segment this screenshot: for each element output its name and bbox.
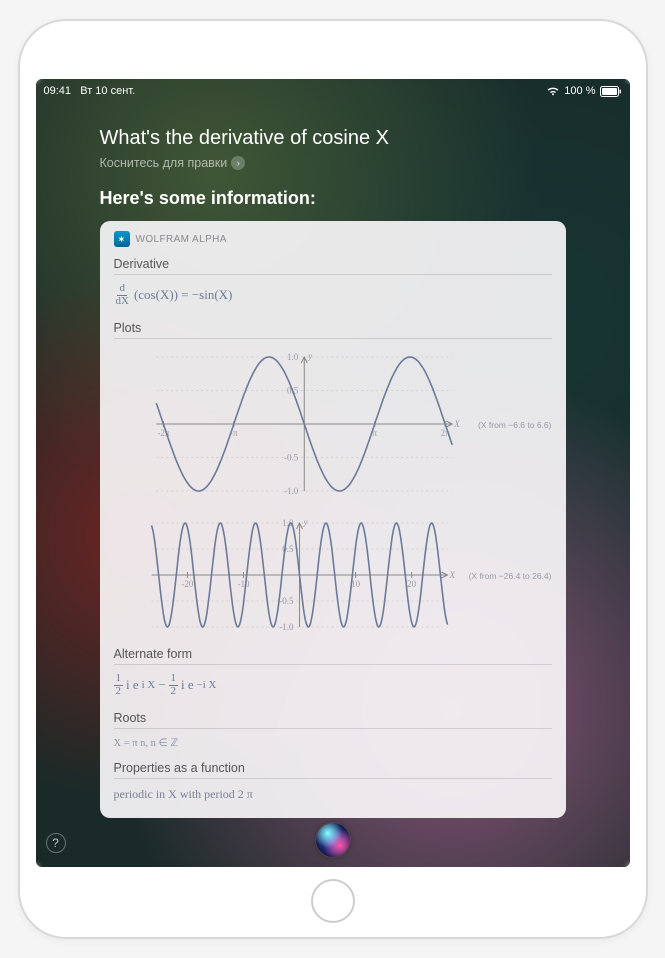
battery-percent: 100 % — [564, 85, 595, 97]
svg-text:-0.5: -0.5 — [284, 453, 299, 463]
t2-rest: i e — [181, 677, 194, 693]
svg-text:20: 20 — [407, 579, 417, 589]
roots-text: X = π n, n ∈ ℤ — [114, 735, 552, 755]
derivative-formula: d dX (cos(X)) = −sin(X) — [114, 281, 552, 315]
alternate-form-formula: 1 2 i ei X − 1 2 i e−i X — [114, 671, 552, 705]
plot-1-range: (X from −6.6 to 6.6) — [478, 420, 551, 430]
svg-text:X: X — [453, 419, 460, 429]
wolfram-card[interactable]: ✶ WOLFRAM ALPHA Derivative d dX (cos(X))… — [100, 221, 566, 818]
siri-content: What's the derivative of cosine X Коснит… — [36, 99, 630, 818]
svg-text:-10: -10 — [237, 579, 249, 589]
help-button[interactable]: ? — [46, 833, 66, 853]
frac-num: 1 — [169, 673, 179, 686]
siri-query-text: What's the derivative of cosine X — [100, 127, 566, 150]
card-source: ✶ WOLFRAM ALPHA — [114, 231, 552, 247]
siri-orb-icon[interactable] — [316, 823, 350, 857]
battery-icon — [600, 86, 622, 97]
frac-num: 1 — [114, 673, 124, 686]
screen: 09:41 Вт 10 сент. 100 % What's the deriv… — [36, 79, 630, 867]
plot-1-wrap: -1.0-0.50.51.0Xy-2π-ππ2π (X from −6.6 to… — [114, 345, 552, 505]
svg-text:y: y — [302, 517, 307, 527]
minus: − — [158, 677, 165, 693]
divider — [114, 338, 552, 339]
svg-text:-1.0: -1.0 — [279, 622, 294, 632]
section-derivative-title: Derivative — [114, 257, 552, 271]
divider — [114, 778, 552, 779]
plot-2-wrap: -1.0-0.50.51.0Xy-20-101020 (X from −26.4… — [114, 511, 552, 641]
chevron-right-icon: › — [231, 156, 245, 170]
status-right: 100 % — [546, 85, 621, 97]
t2-exp: −i X — [197, 679, 217, 691]
svg-text:1.0: 1.0 — [287, 352, 299, 362]
svg-text:-0.5: -0.5 — [279, 596, 294, 606]
section-props-title: Properties as a function — [114, 761, 552, 775]
wolfram-icon: ✶ — [114, 231, 130, 247]
status-time: 09:41 — [44, 85, 72, 97]
divider — [114, 274, 552, 275]
tap-to-edit[interactable]: Коснитесь для правки › — [100, 156, 566, 170]
formula-body: (cos(X)) = −sin(X) — [134, 287, 232, 303]
wifi-icon — [546, 86, 560, 96]
section-roots-title: Roots — [114, 711, 552, 725]
frac-den: 2 — [169, 686, 179, 698]
ipad-device-frame: 09:41 Вт 10 сент. 100 % What's the deriv… — [18, 19, 648, 939]
t1-exp: i X — [142, 679, 156, 691]
divider — [114, 728, 552, 729]
svg-text:y: y — [307, 351, 312, 361]
svg-text:-1.0: -1.0 — [284, 486, 299, 496]
status-bar: 09:41 Вт 10 сент. 100 % — [36, 79, 630, 99]
source-label: WOLFRAM ALPHA — [136, 234, 227, 245]
props-text: periodic in X with period 2 π — [114, 785, 552, 808]
t1-rest: i e — [126, 677, 139, 693]
frac-den: dX — [114, 296, 131, 308]
tap-to-edit-label: Коснитесь для правки — [100, 156, 228, 170]
plot-2-range: (X from −26.4 to 26.4) — [469, 571, 552, 581]
plot-2: -1.0-0.50.51.0Xy-20-101020 — [114, 511, 463, 641]
plot-1: -1.0-0.50.51.0Xy-2π-ππ2π — [114, 345, 473, 505]
frac-den: 2 — [114, 686, 124, 698]
section-plots-title: Plots — [114, 321, 552, 335]
home-button[interactable] — [311, 879, 355, 923]
info-heading: Here's some information: — [100, 188, 566, 209]
svg-text:X: X — [448, 570, 455, 580]
svg-text:-20: -20 — [181, 579, 193, 589]
divider — [114, 664, 552, 665]
status-date: Вт 10 сент. — [80, 85, 135, 97]
status-left: 09:41 Вт 10 сент. — [44, 85, 136, 97]
frac-num: d — [117, 283, 127, 296]
section-alt-title: Alternate form — [114, 647, 552, 661]
